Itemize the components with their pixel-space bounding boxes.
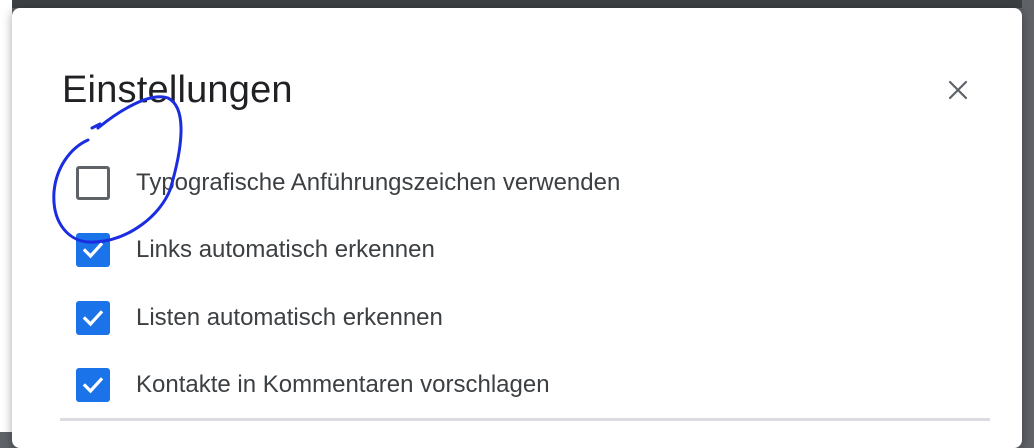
option-suggest-contacts[interactable]: Kontakte in Kommentaren vorschlagen xyxy=(76,365,550,405)
option-label: Links automatisch erkennen xyxy=(136,236,435,263)
dialog-divider xyxy=(60,418,990,421)
option-label: Listen automatisch erkennen xyxy=(136,304,443,331)
smart-quotes-checkbox[interactable] xyxy=(76,166,110,200)
close-icon xyxy=(948,80,968,100)
checkmark-icon xyxy=(82,377,104,394)
checkmark-icon xyxy=(82,242,104,259)
suggest-contacts-checkbox[interactable] xyxy=(76,368,110,402)
option-auto-detect-lists[interactable]: Listen automatisch erkennen xyxy=(76,298,443,338)
checkmark-icon xyxy=(82,310,104,327)
option-smart-quotes[interactable]: Typografische Anführungszeichen verwende… xyxy=(76,163,620,203)
option-label: Kontakte in Kommentaren vorschlagen xyxy=(136,371,550,398)
settings-dialog: Einstellungen Typografische Anführungsze… xyxy=(12,8,1022,448)
background-document-edge xyxy=(0,0,12,432)
auto-detect-links-checkbox[interactable] xyxy=(76,233,110,267)
auto-detect-lists-checkbox[interactable] xyxy=(76,301,110,335)
background-header-strip xyxy=(12,0,1022,8)
close-button[interactable] xyxy=(940,72,976,108)
option-auto-detect-links[interactable]: Links automatisch erkennen xyxy=(76,230,435,270)
option-label: Typografische Anführungszeichen verwende… xyxy=(136,169,621,196)
dialog-title: Einstellungen xyxy=(62,69,293,111)
